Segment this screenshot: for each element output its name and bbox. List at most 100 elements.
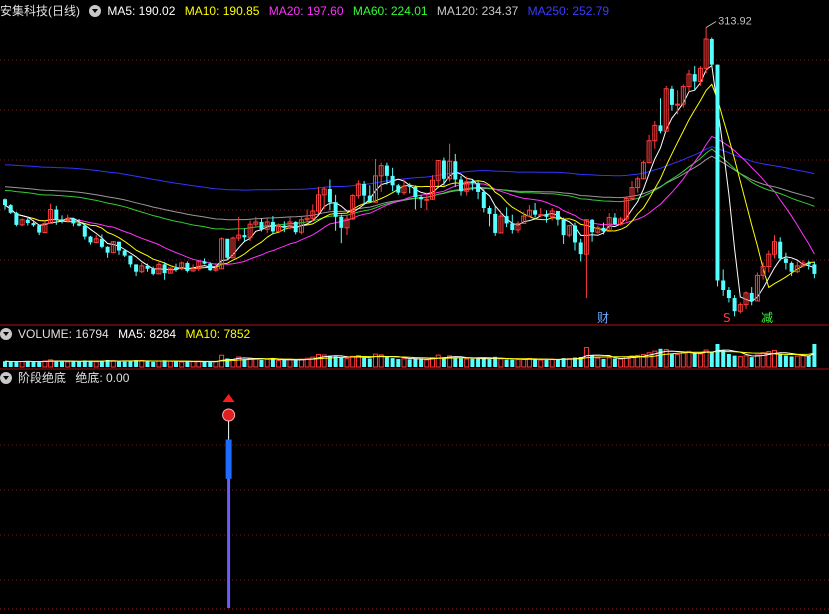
volume-ma10-label: MA10: 7852 <box>185 327 251 341</box>
volume-toggle-icon[interactable] <box>0 328 12 340</box>
volume-bar <box>476 358 481 367</box>
candle-down <box>715 64 720 281</box>
volume-bar <box>390 358 395 367</box>
signal-ball <box>222 408 236 422</box>
candle-down <box>208 263 213 271</box>
volume-bar <box>196 360 202 368</box>
volume-bar <box>19 361 25 368</box>
expand-toggle-icon[interactable] <box>89 5 102 17</box>
volume-bar <box>174 361 178 367</box>
volume-bar <box>498 358 504 368</box>
volume-bar <box>743 355 749 368</box>
volume-bar <box>339 357 344 367</box>
ma5-label: MA5: 190.02 <box>107 4 176 18</box>
candle-down <box>669 88 674 105</box>
volume-bar <box>538 359 544 368</box>
candle-down <box>783 258 788 263</box>
volume-bar <box>202 361 207 367</box>
candle-down <box>533 210 538 215</box>
candle-down <box>54 209 59 220</box>
volume-bar <box>686 350 692 368</box>
candle-down <box>493 213 498 233</box>
volume-bar <box>151 361 156 367</box>
volume-bar <box>715 344 720 367</box>
signal-blue-bar <box>225 439 232 479</box>
volume-bar <box>754 354 760 368</box>
candle-down <box>510 223 515 230</box>
volume-bar <box>139 360 145 368</box>
candle-down <box>709 39 714 65</box>
candle-down <box>413 186 418 198</box>
volume-bar <box>521 358 527 368</box>
candle-down <box>487 208 492 214</box>
volume-bar <box>179 361 185 368</box>
volume-bar <box>350 355 356 368</box>
volume-bar <box>253 358 259 368</box>
candle-down <box>339 216 344 228</box>
indicator-toggle-icon[interactable] <box>0 372 12 384</box>
volume-bar <box>709 352 714 367</box>
candle-down <box>122 250 127 256</box>
candle-down <box>3 199 7 206</box>
volume-bar <box>464 358 470 368</box>
volume-bar <box>93 361 99 368</box>
candle-down <box>99 238 104 247</box>
candle-down <box>407 186 412 188</box>
candle-down <box>293 221 298 233</box>
candle-down <box>396 185 401 193</box>
volume-bar <box>618 358 624 368</box>
volume-bar <box>316 354 321 368</box>
candle-down <box>60 219 64 221</box>
volume-bar <box>37 362 42 367</box>
candle-down <box>470 181 475 184</box>
candle-down <box>362 183 367 196</box>
candle-down <box>270 221 275 232</box>
volume-bar <box>276 359 282 368</box>
candle-down <box>162 264 167 274</box>
candle-down <box>25 219 30 224</box>
volume-bar <box>419 359 424 367</box>
volume-bar <box>287 359 293 368</box>
candle-down <box>544 214 549 217</box>
candle-up <box>538 214 544 217</box>
volume-bar <box>481 357 486 367</box>
volume-bar <box>789 356 794 367</box>
candle-down <box>778 241 783 259</box>
volume-bar <box>413 358 418 367</box>
volume-bar <box>208 362 213 367</box>
volume-bar <box>8 361 13 367</box>
ma120-label: MA120: 234.37 <box>436 4 519 18</box>
candle-down <box>185 262 190 271</box>
candle-down <box>476 183 481 192</box>
candle-down <box>71 218 76 224</box>
candle-down <box>242 235 247 238</box>
marker-s: S <box>723 311 731 325</box>
chart-canvas[interactable]: 313.92 财 S 减 <box>0 0 829 614</box>
volume-bar <box>732 355 737 367</box>
volume-bar <box>658 348 663 367</box>
candle-down <box>459 179 463 192</box>
candle-down <box>145 265 150 269</box>
candle-down <box>225 238 230 258</box>
volume-bar <box>213 361 219 368</box>
candle-down <box>726 290 731 299</box>
volume-bar <box>749 357 754 367</box>
volume-bar <box>544 359 549 367</box>
volume-bar <box>794 355 800 368</box>
volume-bar <box>566 358 572 368</box>
volume-bar <box>737 356 743 368</box>
candle-down <box>692 74 697 82</box>
volume-bar <box>721 350 726 367</box>
indicator-header: 阶段绝底 绝底: 0.00 <box>0 368 135 388</box>
candle-down <box>390 175 395 186</box>
candle-down <box>174 268 178 270</box>
candle-down <box>77 223 82 226</box>
candle-down <box>117 241 121 251</box>
candle-down <box>749 292 754 301</box>
volume-bar <box>424 359 430 368</box>
volume-bar <box>800 355 806 368</box>
volume-bar <box>778 353 783 367</box>
candle-down <box>282 225 287 228</box>
volume-bar <box>71 361 76 367</box>
candle-down <box>453 161 458 180</box>
